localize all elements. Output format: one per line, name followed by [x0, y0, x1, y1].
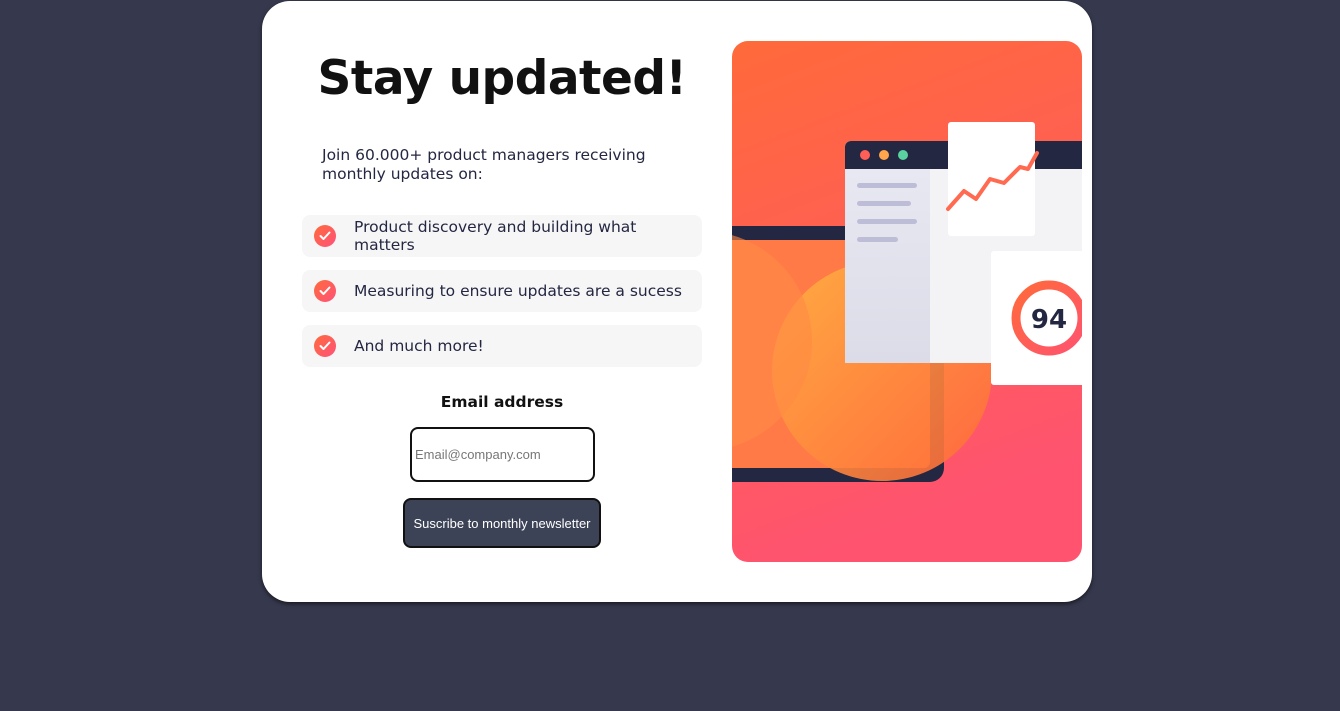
signup-content: Stay updated! Join 60.000+ product manag…: [302, 1, 702, 602]
email-label: Email address: [440, 393, 564, 411]
email-field[interactable]: [410, 427, 595, 482]
intro-text: Join 60.000+ product managers receiving …: [322, 146, 646, 183]
feature-label: And much more!: [354, 337, 484, 355]
illustration-graphic: 94: [732, 41, 1082, 562]
page-title: Stay updated!: [317, 51, 687, 106]
score-card-shape: 94: [991, 251, 1082, 385]
chart-card-shape: [946, 122, 1039, 236]
score-value: 94: [1031, 305, 1067, 335]
signup-card: Stay updated! Join 60.000+ product manag…: [262, 1, 1092, 602]
list-item: Measuring to ensure updates are a sucess: [302, 270, 702, 312]
feature-list: Product discovery and building what matt…: [302, 215, 702, 380]
list-item: And much more!: [302, 325, 702, 367]
check-icon: [314, 280, 336, 302]
feature-label: Measuring to ensure updates are a sucess: [354, 282, 682, 300]
check-icon: [314, 335, 336, 357]
list-item: Product discovery and building what matt…: [302, 215, 702, 257]
hero-illustration: 94: [732, 41, 1082, 562]
check-icon: [314, 225, 336, 247]
subscribe-button[interactable]: Suscribe to monthly newsletter: [403, 498, 601, 548]
feature-label: Product discovery and building what matt…: [354, 218, 637, 254]
